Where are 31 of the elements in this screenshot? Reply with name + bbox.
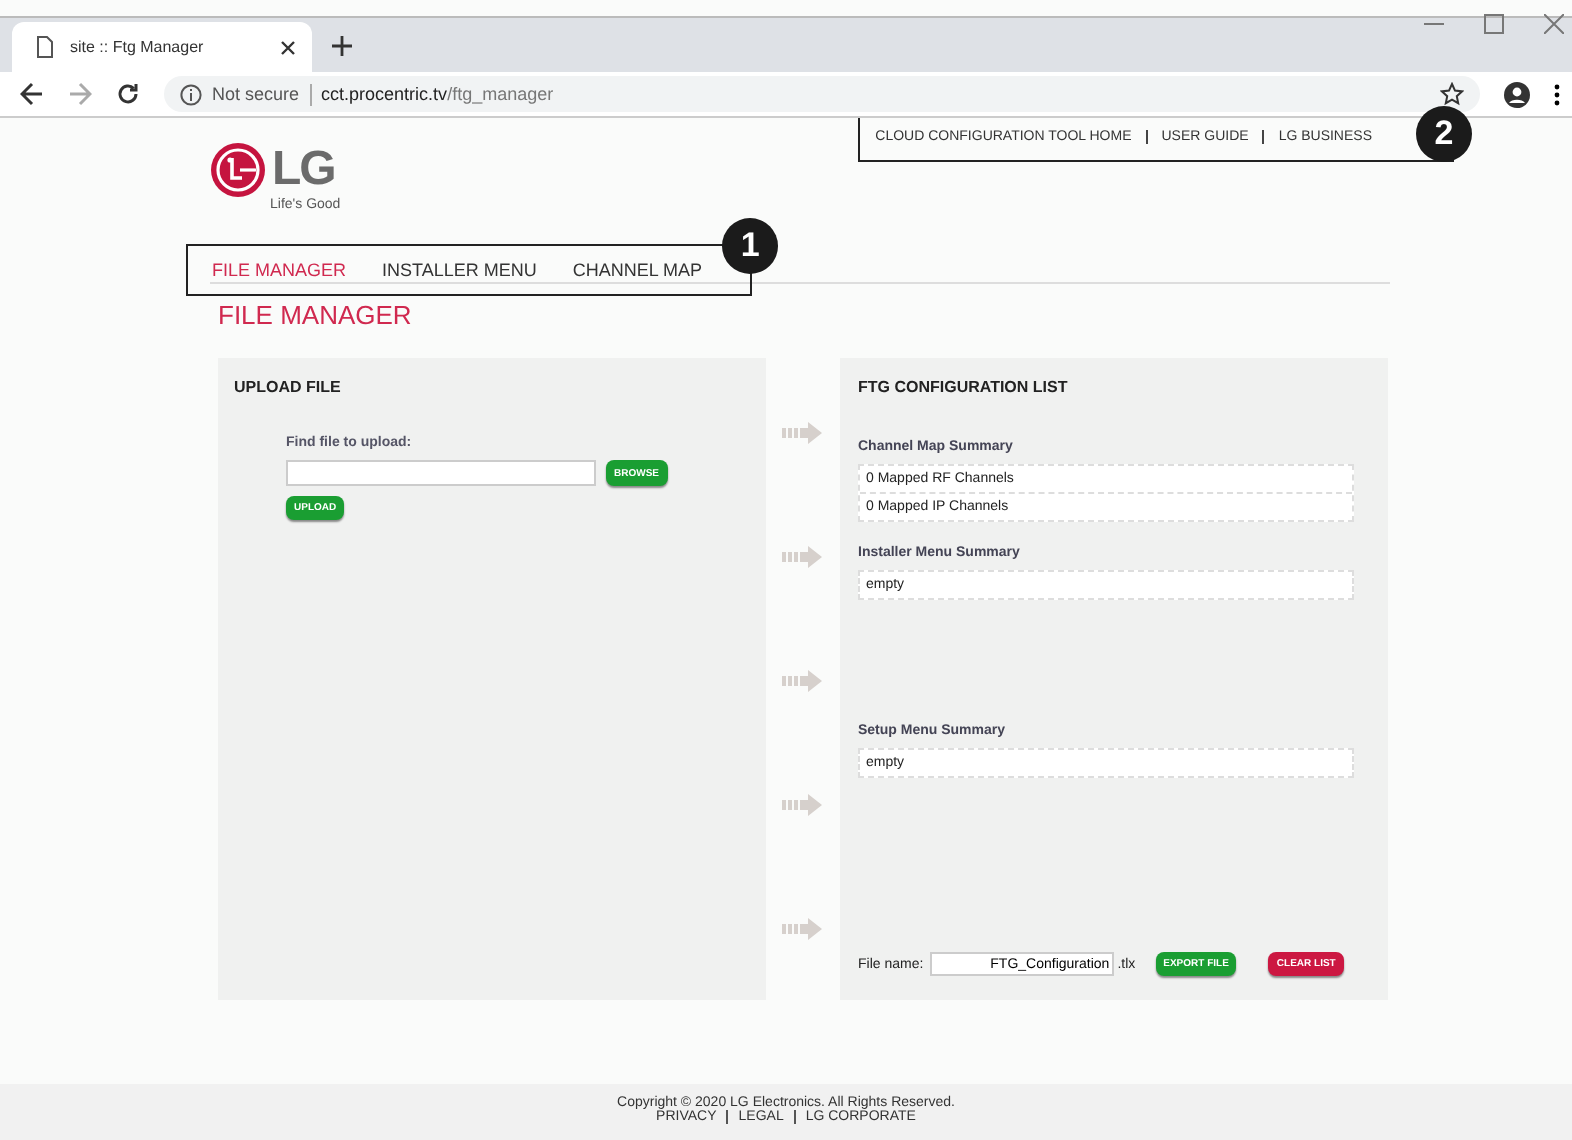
nav-tab[interactable]: CHANNEL MAP — [572, 260, 703, 280]
page-icon — [36, 36, 54, 58]
page-title: FILE MANAGER — [218, 300, 414, 330]
info-icon — [180, 83, 202, 105]
maximize-icon[interactable] — [1484, 14, 1504, 34]
nav-tab[interactable]: INSTALLER MENU — [382, 260, 537, 280]
star-icon[interactable] — [1440, 82, 1464, 106]
nav-tab[interactable]: FILE MANAGER — [212, 260, 347, 280]
logo-icon — [210, 142, 266, 198]
arrow-icon — [781, 546, 825, 568]
menu-icon[interactable] — [1554, 83, 1560, 105]
tab-title: site :: Ftg Manager — [70, 38, 206, 56]
file-field[interactable] — [286, 460, 596, 486]
new-tab-icon[interactable] — [332, 36, 352, 56]
callout-badge: 1 — [722, 218, 779, 274]
arrow-icon — [781, 422, 825, 444]
security-label: Not secure — [212, 84, 300, 104]
arrow-icon — [781, 670, 825, 692]
panel-title: FTG CONFIGURATION LIST — [858, 378, 1070, 396]
close-icon[interactable] — [280, 39, 296, 55]
address-bar[interactable]: Not secure cct.procentric.tv/ftg_manager — [164, 76, 1480, 112]
arrow-icon — [781, 918, 825, 940]
callout-badge: 2 — [1416, 106, 1472, 162]
account-icon[interactable] — [1504, 81, 1530, 107]
url-text: cct.procentric.tv/ftg_manager — [321, 84, 554, 104]
arrow-icon — [781, 794, 825, 816]
reload-icon[interactable] — [116, 82, 140, 106]
browser-tab[interactable]: site :: Ftg Manager — [12, 22, 312, 72]
logo-text: LG — [272, 142, 335, 197]
back-icon[interactable] — [20, 82, 44, 106]
panel-title: UPLOAD FILE — [234, 378, 343, 396]
